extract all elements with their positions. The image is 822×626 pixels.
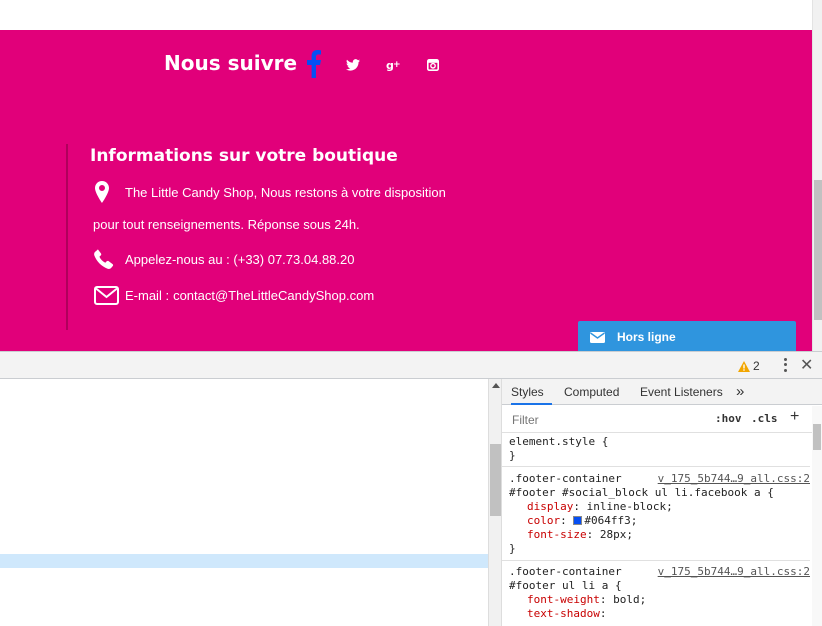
tab-event-listeners[interactable]: Event Listeners bbox=[640, 379, 723, 405]
more-options-icon[interactable] bbox=[779, 357, 791, 373]
address-line-2: pour tout renseignements. Réponse sous 2… bbox=[93, 217, 360, 232]
email-row: E-mail : contact@TheLittleCandyShop.com bbox=[93, 286, 374, 305]
tab-computed[interactable]: Computed bbox=[564, 379, 619, 405]
page-scrollbar[interactable] bbox=[812, 0, 822, 351]
chat-offline-button[interactable]: Hors ligne bbox=[578, 321, 796, 353]
property-value: bold; bbox=[613, 593, 647, 606]
property-value: 28px; bbox=[599, 528, 633, 541]
rule-selector-text: .footer-container bbox=[509, 565, 622, 578]
css-property[interactable]: color: #064ff3; bbox=[502, 514, 810, 528]
rule-close: } bbox=[509, 449, 516, 462]
css-rule-facebook[interactable]: .footer-container v_175_5b744…9_all.css:… bbox=[502, 472, 810, 561]
rule-selector: element.style { bbox=[509, 435, 609, 448]
warning-count: 2 bbox=[753, 359, 760, 373]
warnings-counter[interactable]: 2 bbox=[738, 359, 760, 373]
follow-title: Nous suivre bbox=[164, 51, 298, 75]
tab-styles[interactable]: Styles bbox=[511, 379, 552, 405]
cls-toggle[interactable]: .cls bbox=[751, 412, 778, 425]
css-property[interactable]: display: inline-block; bbox=[502, 500, 810, 514]
address-line-1: The Little Candy Shop, Nous restons à vo… bbox=[125, 184, 446, 200]
scroll-up-arrow-icon[interactable] bbox=[492, 383, 500, 388]
warning-icon bbox=[738, 360, 750, 372]
css-property[interactable]: text-shadow: bbox=[502, 607, 810, 621]
google-plus-icon[interactable]: g + bbox=[384, 56, 404, 74]
rule-selector: .footer-container v_175_5b744…9_all.css:… bbox=[502, 472, 810, 486]
rule-source-link[interactable]: v_175_5b744…9_all.css:2 bbox=[658, 472, 810, 486]
address-row: The Little Candy Shop, Nous restons à vo… bbox=[93, 181, 446, 203]
property-value: inline-block; bbox=[586, 500, 673, 513]
hov-toggle[interactable]: :hov bbox=[715, 412, 742, 425]
property-name: color bbox=[527, 514, 561, 527]
close-icon[interactable]: ✕ bbox=[800, 355, 813, 375]
property-name: font-size bbox=[527, 528, 587, 541]
css-property[interactable]: font-weight: bold; bbox=[502, 593, 810, 607]
envelope-icon bbox=[93, 286, 119, 305]
devtools-toolbar: 2 ✕ bbox=[0, 351, 822, 379]
dom-scrollbar-thumb[interactable] bbox=[490, 444, 501, 516]
css-rule-footer-links[interactable]: .footer-container v_175_5b744…9_all.css:… bbox=[502, 565, 810, 626]
email-link[interactable]: contact@TheLittleCandyShop.com bbox=[173, 288, 374, 303]
css-property[interactable]: font-size: 28px; bbox=[502, 528, 810, 542]
page-scrollbar-thumb[interactable] bbox=[814, 180, 822, 320]
property-value: #064ff3; bbox=[584, 514, 638, 527]
styles-sidebar: Styles Computed Event Listeners » :hov .… bbox=[502, 379, 822, 626]
element-style-rule[interactable]: element.style { } bbox=[502, 434, 810, 467]
new-style-rule-button[interactable]: + bbox=[790, 408, 799, 426]
email-label: E-mail : bbox=[125, 288, 170, 303]
selected-dom-node[interactable] bbox=[0, 554, 488, 568]
rule-selector: .footer-container v_175_5b744…9_all.css:… bbox=[502, 565, 810, 579]
page-header-area bbox=[0, 0, 812, 30]
rule-close: } bbox=[509, 542, 516, 555]
property-name: display bbox=[527, 500, 574, 513]
envelope-icon bbox=[590, 331, 605, 343]
phone-icon bbox=[93, 249, 115, 269]
elements-dom-tree[interactable] bbox=[0, 379, 488, 626]
phone-row: Appelez-nous au : (+33) 07.73.04.88.20 bbox=[93, 249, 354, 269]
property-name: font-weight bbox=[527, 593, 600, 606]
rule-selector-2: #footer #social_block ul li.facebook a { bbox=[509, 486, 774, 499]
follow-us-section: Nous suivre bbox=[164, 51, 297, 75]
instagram-icon[interactable] bbox=[425, 57, 441, 73]
twitter-icon[interactable] bbox=[344, 57, 362, 73]
phone-text: Appelez-nous au : (+33) 07.73.04.88.20 bbox=[125, 251, 355, 267]
site-footer: Nous suivre g + Informations sur votre b… bbox=[0, 30, 812, 351]
address-row-2: pour tout renseignements. Réponse sous 2… bbox=[93, 217, 360, 232]
sidebar-tabs: Styles Computed Event Listeners » bbox=[502, 379, 822, 405]
facebook-icon[interactable] bbox=[300, 48, 328, 80]
dom-tree-scrollbar[interactable] bbox=[488, 379, 502, 626]
styles-filter-input[interactable] bbox=[506, 410, 704, 429]
styles-scrollbar-thumb[interactable] bbox=[813, 424, 821, 450]
styles-scrollbar[interactable] bbox=[812, 406, 822, 626]
rule-source-link[interactable]: v_175_5b744…9_all.css:2 bbox=[658, 565, 810, 579]
info-divider bbox=[66, 144, 68, 330]
chat-status-label: Hors ligne bbox=[617, 330, 676, 344]
tabs-overflow-icon[interactable]: » bbox=[736, 379, 744, 405]
styles-filter-bar: :hov .cls + bbox=[502, 406, 822, 433]
rule-selector-2: #footer ul li a { bbox=[509, 579, 622, 592]
property-name: text-shadow bbox=[527, 607, 600, 620]
svg-text:+: + bbox=[393, 60, 401, 70]
map-marker-icon bbox=[93, 181, 111, 203]
rule-selector-text: .footer-container bbox=[509, 472, 622, 485]
store-info-title: Informations sur votre boutique bbox=[90, 146, 398, 166]
color-swatch[interactable] bbox=[573, 516, 583, 525]
